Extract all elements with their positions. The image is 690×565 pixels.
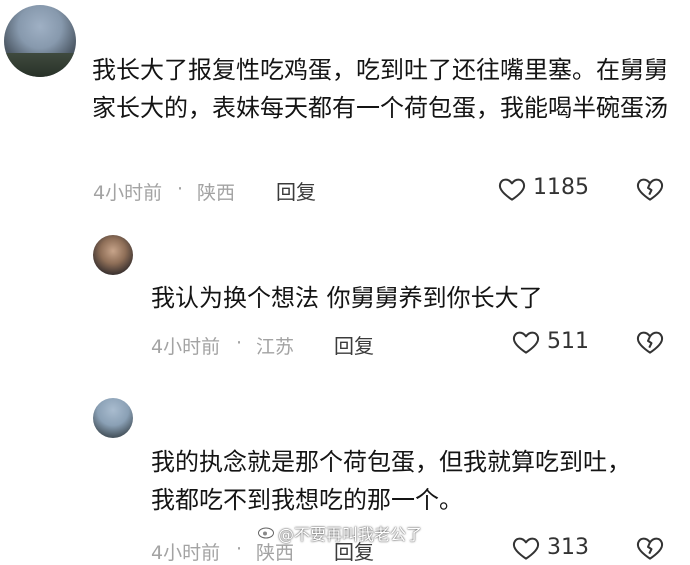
broken-heart-icon[interactable] bbox=[635, 533, 665, 563]
avatar[interactable] bbox=[93, 398, 133, 438]
heart-outline-icon[interactable] bbox=[511, 327, 541, 357]
reply-button[interactable]: 回复 bbox=[276, 176, 316, 205]
like-count: 313 bbox=[547, 535, 589, 560]
comment-time: 4小时前 bbox=[151, 542, 221, 564]
comment-location: 江苏 bbox=[256, 336, 295, 358]
comment-text: 我长大了报复性吃鸡蛋，吃到吐了还往嘴里塞。在舅舅家长大的，表妹每天都有一个荷包蛋… bbox=[92, 56, 668, 122]
heart-outline-icon[interactable] bbox=[497, 174, 527, 204]
avatar[interactable] bbox=[4, 5, 76, 77]
reply-button[interactable]: 回复 bbox=[334, 330, 374, 359]
comment-time: 4小时前 bbox=[151, 336, 221, 358]
like-count: 1185 bbox=[533, 175, 589, 200]
meta-separator: · bbox=[236, 332, 243, 354]
weibo-logo-icon bbox=[258, 523, 276, 539]
like-count: 511 bbox=[547, 329, 589, 354]
avatar[interactable] bbox=[93, 235, 133, 275]
comment-text: 我认为换个想法 你舅舅养到你长大了 bbox=[151, 284, 543, 312]
broken-heart-icon[interactable] bbox=[635, 174, 665, 204]
heart-outline-icon[interactable] bbox=[511, 533, 541, 563]
meta-separator: · bbox=[236, 538, 243, 560]
comment-time: 4小时前 bbox=[93, 182, 163, 204]
meta-separator: · bbox=[177, 178, 184, 200]
comment-location: 陕西 bbox=[197, 182, 236, 204]
comment-text: 我的执念就是那个荷包蛋，但我就算吃到吐，我都吃不到我想吃的那一个。 bbox=[151, 448, 631, 514]
broken-heart-icon[interactable] bbox=[635, 327, 665, 357]
watermark: @不要再叫我老公了 bbox=[278, 525, 423, 544]
